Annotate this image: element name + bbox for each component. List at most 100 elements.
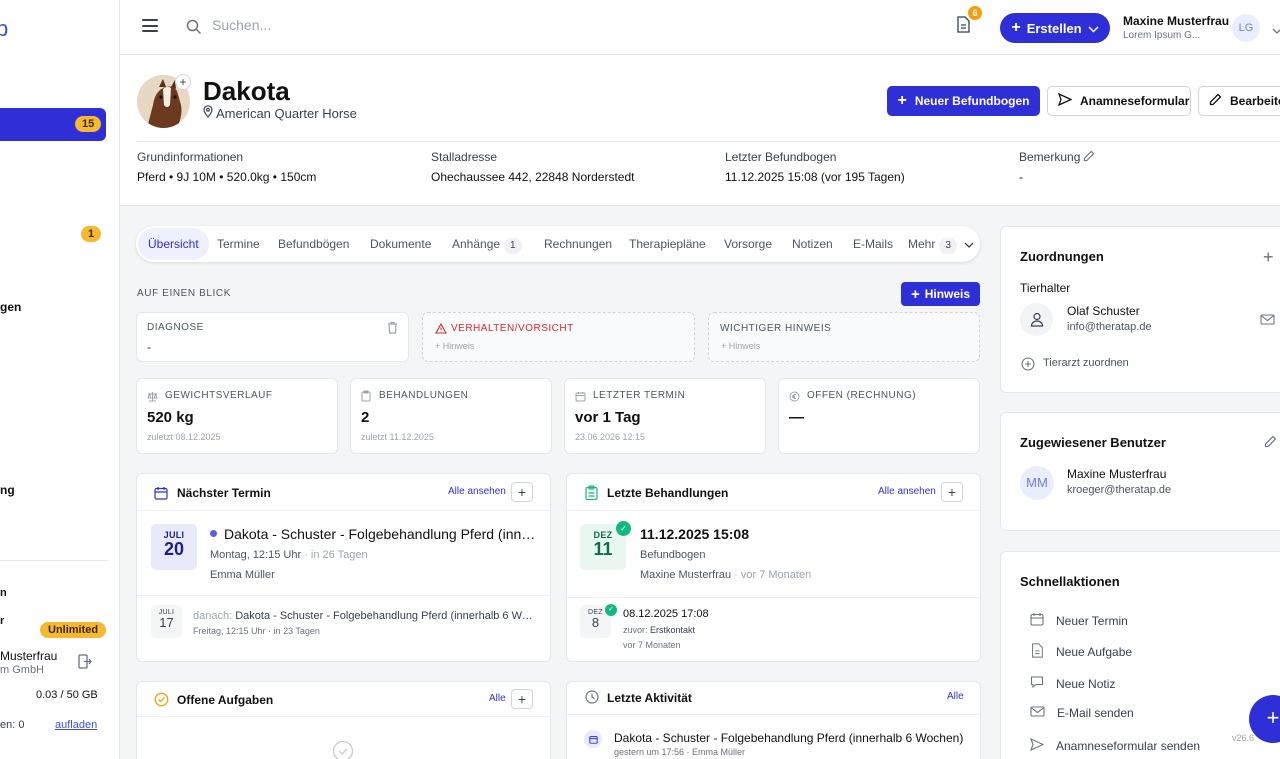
divider — [567, 714, 980, 715]
logout-icon[interactable] — [78, 654, 92, 672]
divider — [137, 141, 1280, 142]
stat-value: — — [789, 409, 804, 426]
tab-bar: Übersicht Termine Befundbögen Dokumente … — [136, 226, 980, 262]
view-all-link[interactable]: Alle — [489, 693, 506, 704]
divider — [137, 595, 550, 596]
chat-icon — [1030, 675, 1044, 692]
info-value-last-report: 11.12.2025 15:08 (vor 195 Tagen) — [725, 170, 905, 184]
card-title: Zuordnungen — [1020, 249, 1104, 264]
important-add-hint[interactable]: + Hinweis — [721, 341, 760, 351]
tab-prevention[interactable]: Vorsorge — [724, 226, 772, 262]
chevron-down-icon[interactable] — [1272, 22, 1280, 37]
anamnesis-button[interactable]: Anamneseformular — [1047, 86, 1191, 116]
scale-icon — [147, 390, 158, 405]
search-icon — [186, 19, 202, 38]
new-report-button[interactable]: + Neuer Befundbogen — [887, 86, 1040, 116]
sidebar-item-label[interactable]: gen — [0, 300, 21, 314]
tab-emails[interactable]: E-Mails — [853, 226, 893, 262]
important-label: WICHTIGER HINWEIS — [720, 323, 832, 334]
tab-attachments[interactable]: Anhänge 1 — [452, 226, 522, 262]
behavior-label: VERHALTEN/VORSICHT — [451, 323, 574, 334]
sidebar-badge: 1 — [81, 226, 102, 242]
sidebar-item-label[interactable]: n — [0, 587, 7, 599]
date-day: 17 — [159, 615, 174, 630]
add-task-button[interactable]: + — [511, 689, 533, 709]
diagnosis-label: DIAGNOSE — [147, 322, 204, 333]
document-icon[interactable] — [956, 16, 970, 36]
tab-notes[interactable]: Notizen — [792, 226, 833, 262]
mail-icon[interactable] — [1260, 313, 1275, 328]
tab-documents[interactable]: Dokumente — [370, 226, 431, 262]
tab-appointments[interactable]: Termine — [217, 226, 260, 262]
view-all-link[interactable]: Alle — [947, 691, 964, 702]
view-all-link[interactable]: Alle ansehen — [448, 486, 506, 497]
stat-card-weight[interactable]: GEWICHTSVERLAUF 520 kg zuletzt 08.12.202… — [136, 378, 338, 454]
behavior-card[interactable]: VERHALTEN/VORSICHT + Hinweis — [422, 312, 695, 362]
assigned-user-email: kroeger@theratap.de — [1067, 484, 1172, 496]
search-input[interactable] — [212, 17, 462, 33]
sidebar-item-label[interactable]: r — [0, 615, 4, 627]
owner-name[interactable]: Olaf Schuster — [1067, 304, 1140, 318]
following-appointment[interactable]: danach: Dakota - Schuster - Folgebehandl… — [193, 610, 538, 622]
patient-breed-text: American Quarter Horse — [216, 105, 357, 121]
empty-check-icon — [332, 740, 354, 759]
stat-card-open-invoice[interactable]: OFFEN (RECHNUNG) — — [778, 378, 980, 454]
add-treatment-button[interactable]: + — [941, 482, 963, 502]
diagnosis-card[interactable]: DIAGNOSE - — [136, 312, 409, 362]
trash-icon[interactable] — [387, 321, 398, 337]
behavior-add-hint[interactable]: + Hinweis — [435, 341, 474, 351]
appointment-time-text: Montag, 12:15 Uhr — [210, 549, 302, 561]
divider — [137, 716, 550, 717]
quick-action-new-appointment[interactable]: Neuer Termin — [1030, 612, 1128, 629]
info-value-address: Ohechaussee 442, 22848 Norderstedt — [431, 170, 635, 184]
view-all-link[interactable]: Alle ansehen — [878, 486, 936, 497]
tab-reports[interactable]: Befundbögen — [278, 226, 349, 262]
stat-card-last-appointment[interactable]: LETZTER TERMIN vor 1 Tag 23.06.2026 12:1… — [564, 378, 766, 454]
stat-card-treatments[interactable]: BEHANDLUNGEN 2 zuletzt 11.12.2025 — [350, 378, 552, 454]
tab-invoices[interactable]: Rechnungen — [544, 226, 612, 262]
assigned-user-name[interactable]: Maxine Musterfrau — [1067, 467, 1166, 481]
quick-action-send-email[interactable]: E-Mail senden — [1030, 706, 1134, 720]
pencil-icon[interactable] — [1083, 150, 1095, 165]
upgrade-link[interactable]: aufladen — [55, 719, 97, 731]
quick-action-new-task[interactable]: Neue Aufgabe — [1030, 643, 1132, 661]
quick-action-label: Neuer Termin — [1056, 613, 1128, 628]
mail-icon — [1030, 706, 1045, 720]
add-appointment-button[interactable]: + — [511, 482, 533, 502]
appointment-title[interactable]: Dakota - Schuster - Folgebehandlung Pfer… — [224, 526, 538, 542]
pencil-icon[interactable] — [1264, 435, 1277, 451]
menu-icon[interactable] — [142, 19, 158, 32]
owner-email: info@theratap.de — [1067, 321, 1152, 333]
important-card[interactable]: WICHTIGER HINWEIS + Hinweis — [708, 312, 980, 362]
divider — [137, 510, 550, 511]
add-photo-button[interactable]: + — [175, 74, 191, 90]
tab-overview[interactable]: Übersicht — [138, 228, 209, 260]
check-icon: ✓ — [616, 521, 631, 536]
avatar[interactable]: LG — [1232, 14, 1260, 42]
quick-action-label: E-Mail senden — [1057, 706, 1134, 720]
avatar: MM — [1020, 466, 1054, 500]
calendar-icon — [1030, 612, 1044, 629]
tab-more[interactable]: Mehr 3 — [908, 226, 974, 262]
assigned-user-card: Zugewiesener Benutzer MM Maxine Musterfr… — [1000, 412, 1280, 531]
sidebar-item-label[interactable]: ng — [0, 483, 15, 497]
activity-title[interactable]: Dakota - Schuster - Folgebehandlung Pfer… — [614, 731, 963, 745]
app-logo[interactable]: p — [0, 16, 8, 42]
info-label-last-report: Letzter Befundbogen — [725, 150, 837, 164]
date-day: 11 — [593, 539, 613, 559]
quick-action-send-anamnesis[interactable]: Anamneseformular senden — [1030, 737, 1200, 754]
quick-action-new-note[interactable]: Neue Notiz — [1030, 675, 1115, 692]
user-icon — [1020, 303, 1053, 336]
euro-icon — [789, 390, 800, 405]
tab-therapy-plans[interactable]: Therapiepläne — [629, 226, 706, 262]
plus-icon[interactable]: + — [1263, 247, 1274, 268]
edit-button[interactable]: Bearbeite — [1198, 86, 1280, 116]
treatment-datetime[interactable]: 11.12.2025 15:08 — [640, 526, 749, 542]
assign-vet-link[interactable]: Tierarzt zuordnen — [1043, 357, 1129, 369]
user-name[interactable]: Maxine Musterfrau — [1123, 14, 1229, 28]
sidebar-user-company: m GmbH — [0, 664, 44, 676]
add-hint-button[interactable]: + Hinweis — [901, 282, 980, 306]
previous-treatment-datetime[interactable]: 08.12.2025 17:08 — [623, 608, 709, 620]
add-hint-label: Hinweis — [924, 287, 971, 301]
create-button[interactable]: + Erstellen — [1000, 13, 1110, 43]
